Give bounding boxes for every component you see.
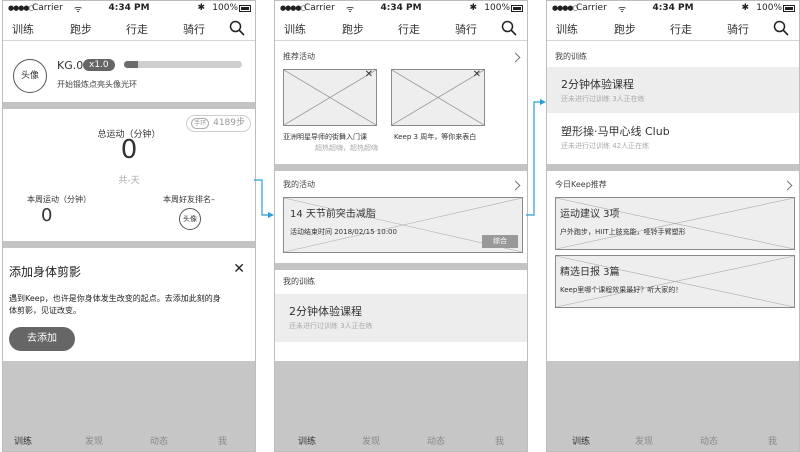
recommend-card-title: 精选日报 3篇 <box>560 267 620 278</box>
bluetooth-icon: ✱ <box>469 3 477 13</box>
nav-training[interactable]: 训练 <box>14 434 32 447</box>
course-subtitle: 还未进行过训练 42人正在练 <box>561 142 650 150</box>
screen-activities: ●●●●○ Carrier ᯤ 4:34 PM ✱ 100% 训练 跑步 行走 … <box>274 0 528 452</box>
battery-icon <box>511 5 523 12</box>
course-title: 2分钟体验课程 <box>561 78 634 91</box>
search-icon[interactable] <box>501 20 517 36</box>
recommended-card-image[interactable]: ✕ <box>391 69 485 126</box>
event-end-time: 活动结束时间 2018/02/15 10:00 <box>290 228 397 236</box>
section-divider <box>3 241 255 248</box>
tab-walking[interactable]: 行走 <box>398 21 420 37</box>
section-divider <box>275 164 527 171</box>
nav-training[interactable]: 训练 <box>572 434 590 447</box>
section-divider <box>3 102 255 109</box>
nav-feed[interactable]: 动态 <box>150 434 168 447</box>
battery-percent: 100% <box>756 3 782 13</box>
add-silhouette-title: 添加身体剪影 <box>9 265 82 279</box>
tab-training[interactable]: 训练 <box>556 21 578 37</box>
course-subtitle: 还未进行过训练 3人正在练 <box>561 95 645 103</box>
event-title: 14 天节前突击减脂 <box>290 209 376 220</box>
recommended-subcaption: 超热超嗨，超热超嗨 <box>315 144 378 152</box>
kg-level: KG.0 <box>57 59 84 72</box>
avatar-ring-tip: 开始锻炼点亮头像光环 <box>57 80 137 89</box>
section-divider <box>547 164 799 171</box>
top-tabs: 训练 跑步 行走 骑行 <box>547 17 799 41</box>
level-badge: x1.0 <box>83 59 115 71</box>
avatar[interactable]: 头像 <box>13 59 47 93</box>
battery-icon <box>783 5 795 12</box>
level-progress-bar <box>124 61 242 68</box>
status-bar: ●●●●○ Carrier ᯤ 4:34 PM ✱ 100% <box>547 1 799 17</box>
nav-me[interactable]: 我 <box>768 434 777 447</box>
friend-rank-label: 本周好友排名– <box>163 195 215 204</box>
course-subtitle: 还未进行过训练 3人正在练 <box>289 322 373 330</box>
battery-percent: 100% <box>212 3 238 13</box>
battery-percent: 100% <box>484 3 510 13</box>
tab-running[interactable]: 跑步 <box>342 21 364 37</box>
friend-avatar[interactable]: 头像 <box>179 208 201 230</box>
week-exercise-label: 本周运动（分钟） <box>27 195 91 204</box>
battery-icon <box>239 5 251 12</box>
level-progress-fill <box>124 61 139 68</box>
recommend-card-title: 运动建议 3项 <box>560 209 620 220</box>
total-days: 共-天 <box>118 176 140 186</box>
tab-training[interactable]: 训练 <box>12 21 34 37</box>
tab-training[interactable]: 训练 <box>284 21 306 37</box>
chevron-right-icon[interactable] <box>510 180 521 191</box>
recommend-card-desc: 户外跑步，HIIT上肢充能，哑铃手臂塑形 <box>560 228 686 236</box>
bluetooth-icon: ✱ <box>741 3 749 13</box>
status-bar: ●●●●○ Carrier ᯤ 4:34 PM ✱ 100% <box>3 1 255 17</box>
chevron-right-icon[interactable] <box>510 52 521 63</box>
top-tabs: 训练 跑步 行走 骑行 <box>3 17 255 41</box>
chevron-right-icon[interactable] <box>782 180 793 191</box>
tab-running[interactable]: 跑步 <box>70 21 92 37</box>
tab-walking[interactable]: 行走 <box>126 21 148 37</box>
tab-cycling[interactable]: 骑行 <box>455 21 477 37</box>
add-silhouette-desc: 遇到Keep，也许是你身体发生改变的起点。去添加此刻的身体剪影，见证改变。 <box>9 294 221 315</box>
nav-discover[interactable]: 发现 <box>362 434 380 447</box>
bluetooth-icon: ✱ <box>197 3 205 13</box>
add-silhouette-button[interactable]: 去添加 <box>9 327 75 351</box>
tab-running[interactable]: 跑步 <box>614 21 636 37</box>
keep-recommend-section-title: 今日Keep推荐 <box>555 180 607 189</box>
status-bar: ●●●●○ Carrier ᯤ 4:34 PM ✱ 100% <box>275 1 527 17</box>
flow-arrow <box>526 101 542 216</box>
dismiss-icon[interactable]: ✕ <box>473 70 481 80</box>
dismiss-icon[interactable]: ✕ <box>365 70 373 80</box>
flow-arrow <box>254 179 270 216</box>
recommended-caption: 亚洲明星导师的街舞入门课 <box>283 133 367 141</box>
my-training-section-title: 我的训练 <box>555 52 587 61</box>
search-icon[interactable] <box>773 20 789 36</box>
top-tabs: 训练 跑步 行走 骑行 <box>275 17 527 41</box>
nav-discover[interactable]: 发现 <box>635 434 653 447</box>
close-icon[interactable]: ✕ <box>233 261 245 277</box>
screen-training-home: ●●●●○ Carrier ᯤ 4:34 PM ✱ 100% 训练 跑步 行走 … <box>2 0 256 452</box>
nav-discover[interactable]: 发现 <box>85 434 103 447</box>
recommended-caption: Keep 3 周年，等你来表白 <box>394 133 477 141</box>
section-divider <box>275 263 527 270</box>
course-title[interactable]: 塑形操·马甲心线 Club <box>561 123 670 139</box>
recommend-card-desc: Keep里哪个课程效果最好？听大家的！ <box>560 286 683 294</box>
total-exercise-value: 0 <box>120 135 138 165</box>
recommended-card-image[interactable]: ✕ <box>283 69 377 126</box>
tab-walking[interactable]: 行走 <box>670 21 692 37</box>
course-title: 2分钟体验课程 <box>289 305 362 318</box>
search-icon[interactable] <box>229 20 245 36</box>
nav-me[interactable]: 我 <box>495 434 504 447</box>
event-category-badge: 综合 <box>482 235 518 248</box>
nav-feed[interactable]: 动态 <box>700 434 718 447</box>
nav-feed[interactable]: 动态 <box>427 434 445 447</box>
screen-my-training: ●●●●○ Carrier ᯤ 4:34 PM ✱ 100% 训练 跑步 行走 … <box>546 0 800 452</box>
recommended-section-title: 推荐活动 <box>283 52 315 61</box>
nav-training[interactable]: 训练 <box>298 434 316 447</box>
my-training-section-title: 我的训练 <box>283 277 315 286</box>
tab-cycling[interactable]: 骑行 <box>727 21 749 37</box>
my-events-section-title: 我的活动 <box>283 180 315 189</box>
week-exercise-value: 0 <box>41 205 53 226</box>
tab-cycling[interactable]: 骑行 <box>183 21 205 37</box>
nav-me[interactable]: 我 <box>218 434 227 447</box>
